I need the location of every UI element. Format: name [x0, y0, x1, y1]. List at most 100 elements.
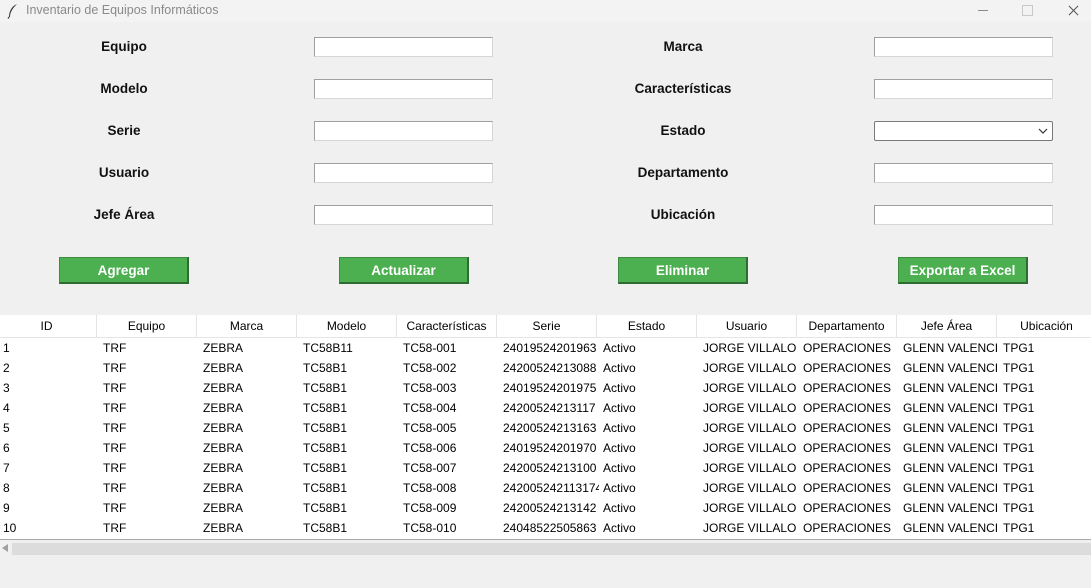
column-header[interactable]: Jefe Área: [897, 315, 997, 338]
modelo-input[interactable]: [314, 79, 493, 99]
table-cell: TC58-001: [403, 341, 457, 355]
table-cell: 9: [3, 501, 10, 515]
table-cell: TPG1: [1003, 441, 1035, 455]
label-modelo: Modelo: [100, 81, 148, 96]
table-cell: TPG1: [1003, 401, 1035, 415]
eliminar-button[interactable]: Eliminar: [618, 257, 748, 284]
actualizar-button[interactable]: Actualizar: [339, 257, 469, 284]
table-cell: OPERACIONES: [803, 521, 892, 535]
table-cell: Activo: [603, 501, 636, 515]
table-cell: ZEBRA: [203, 521, 244, 535]
table-cell: ZEBRA: [203, 461, 244, 475]
minimize-button[interactable]: [960, 0, 1006, 22]
table-cell: TRF: [103, 401, 127, 415]
table-cell: TRF: [103, 381, 127, 395]
label-caracteristicas: Características: [634, 81, 732, 96]
marca-input[interactable]: [874, 37, 1053, 57]
table-cell: OPERACIONES: [803, 401, 892, 415]
table-cell: JORGE VILLALOB(: [703, 341, 797, 355]
equipo-input[interactable]: [314, 37, 493, 57]
column-header[interactable]: Ubicación: [997, 315, 1091, 338]
exportar-excel-button[interactable]: Exportar a Excel: [898, 257, 1028, 284]
table-cell: Activo: [603, 441, 636, 455]
estado-select[interactable]: [874, 121, 1053, 141]
table-row[interactable]: 5 TRF ZEBRA TC58B1 TC58-005 24200524213163 Act…: [0, 418, 1091, 438]
scroll-left-arrow-icon[interactable]: [2, 544, 8, 552]
table-cell: TC58B1: [303, 381, 348, 395]
table-cell: TC58B1: [303, 461, 348, 475]
title-bar: Inventario de Equipos Informáticos: [0, 0, 1091, 22]
caracteristicas-input[interactable]: [874, 79, 1053, 99]
scrollbar-track[interactable]: [12, 543, 1091, 555]
table-cell: TC58B1: [303, 401, 348, 415]
table-cell: TRF: [103, 341, 127, 355]
column-header[interactable]: Serie: [497, 315, 597, 338]
table-cell: GLENN VALENCI/: [903, 481, 997, 495]
table-cell: Activo: [603, 421, 636, 435]
table-cell: JORGE VILLALOB(: [703, 481, 797, 495]
table-row[interactable]: 3 TRF ZEBRA TC58B1 TC58-003 24019524201975 Act…: [0, 378, 1091, 398]
table-row[interactable]: 6 TRF ZEBRA TC58B1 TC58-006 24019524201970 Act…: [0, 438, 1091, 458]
table-cell: TC58-007: [403, 461, 457, 475]
table-cell: Activo: [603, 401, 636, 415]
table-cell: 24200524213117: [503, 401, 596, 415]
usuario-input[interactable]: [314, 163, 493, 183]
table-cell: 24019524201963: [503, 341, 597, 355]
inventory-table[interactable]: ID Equipo Marca Modelo Características Serie E…: [0, 315, 1091, 539]
table-cell: OPERACIONES: [803, 481, 892, 495]
departamento-input[interactable]: [874, 163, 1053, 183]
table-row[interactable]: 7 TRF ZEBRA TC58B1 TC58-007 24200524213100 Act…: [0, 458, 1091, 478]
horizontal-scrollbar[interactable]: [0, 540, 1091, 557]
label-estado: Estado: [660, 123, 706, 138]
table-cell: ZEBRA: [203, 381, 244, 395]
table-cell: 1: [3, 341, 10, 355]
table-cell: 2: [3, 361, 10, 375]
column-header[interactable]: Marca: [197, 315, 297, 338]
table-cell: TC58-002: [403, 361, 457, 375]
table-cell: Activo: [603, 481, 636, 495]
table-cell: TRF: [103, 361, 127, 375]
table-cell: ZEBRA: [203, 361, 244, 375]
serie-input[interactable]: [314, 121, 493, 141]
table-row[interactable]: 8 TRF ZEBRA TC58B1 TC58-008 242005242113174 Ac…: [0, 478, 1091, 498]
table-cell: TPG1: [1003, 361, 1035, 375]
jefe-area-input[interactable]: [314, 205, 493, 225]
column-header[interactable]: Equipo: [97, 315, 197, 338]
column-header[interactable]: Características: [397, 315, 497, 338]
column-header[interactable]: Modelo: [297, 315, 397, 338]
agregar-button[interactable]: Agregar: [59, 257, 189, 284]
table-cell: TC58-006: [403, 441, 457, 455]
table-cell: Activo: [603, 461, 636, 475]
column-header[interactable]: Estado: [597, 315, 697, 338]
column-header[interactable]: Usuario: [697, 315, 797, 338]
table-cell: TC58B1: [303, 421, 348, 435]
table-cell: 24019524201975: [503, 381, 597, 395]
table-cell: OPERACIONES: [803, 361, 892, 375]
app-window: Inventario de Equipos Informáticos Equip…: [0, 0, 1091, 588]
table-cell: 24200524213088: [503, 361, 597, 375]
table-row[interactable]: 1 TRF ZEBRA TC58B11 TC58-001 24019524201963 Ac…: [0, 338, 1091, 358]
ubicacion-input[interactable]: [874, 205, 1053, 225]
table-cell: TPG1: [1003, 341, 1035, 355]
label-marca: Marca: [663, 39, 703, 54]
table-row[interactable]: 9 TRF ZEBRA TC58B1 TC58-009 24200524213142 Act…: [0, 498, 1091, 518]
table-cell: Activo: [603, 341, 636, 355]
table-cell: TC58B1: [303, 361, 348, 375]
table-cell: TC58B1: [303, 501, 348, 515]
table-cell: GLENN VALENCI/: [903, 501, 997, 515]
table-cell: 10: [3, 521, 17, 535]
table-cell: 24200524213100: [503, 461, 597, 475]
table-body: 1 TRF ZEBRA TC58B11 TC58-001 24019524201963 Ac…: [0, 338, 1091, 538]
column-header[interactable]: ID: [0, 315, 97, 338]
table-row[interactable]: 10 TRF ZEBRA TC58B1 TC58-010 24048522505863 Ac…: [0, 518, 1091, 538]
table-row[interactable]: 2 TRF ZEBRA TC58B1 TC58-002 24200524213088 Act…: [0, 358, 1091, 378]
table-cell: TC58-004: [403, 401, 457, 415]
table-cell: ZEBRA: [203, 421, 244, 435]
close-button[interactable]: [1051, 0, 1091, 22]
column-header[interactable]: Departamento: [797, 315, 897, 338]
maximize-button[interactable]: [1004, 0, 1050, 22]
table-cell: Activo: [603, 381, 636, 395]
table-row[interactable]: 4 TRF ZEBRA TC58B1 TC58-004 24200524213117 Act…: [0, 398, 1091, 418]
table-cell: ZEBRA: [203, 481, 244, 495]
table-cell: TPG1: [1003, 381, 1035, 395]
